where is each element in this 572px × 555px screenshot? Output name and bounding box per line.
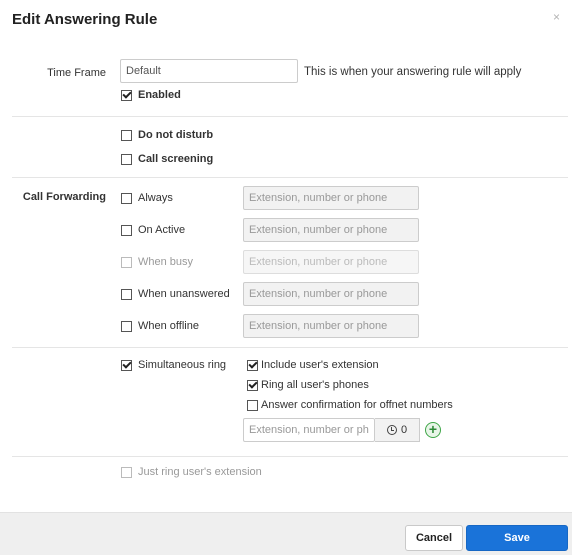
- time-frame-label: Time Frame: [47, 67, 106, 79]
- just-ring-checkbox: [121, 466, 132, 478]
- forward-when-busy-checkbox: [121, 256, 132, 268]
- dnd-label: Do not disturb: [138, 129, 214, 141]
- forward-when-unanswered-input[interactable]: [243, 282, 419, 306]
- dnd-checkbox-row[interactable]: Do not disturb: [121, 127, 213, 143]
- dialog-header: Edit Answering Rule ×: [0, 0, 572, 40]
- just-ring-row: Just ring user's extension: [121, 464, 262, 480]
- forward-when-offline-checkbox[interactable]: [121, 320, 132, 332]
- ring-timeout-value: 0: [400, 424, 408, 436]
- forward-on-active-input[interactable]: [243, 218, 419, 242]
- time-frame-hint: This is when your answering rule will ap…: [304, 66, 522, 78]
- dialog-footer: Cancel Save: [0, 512, 572, 555]
- forward-when-busy-input: [243, 250, 419, 274]
- screening-checkbox[interactable]: [121, 153, 132, 165]
- simultaneous-ring-checkbox[interactable]: [121, 359, 132, 371]
- enabled-label: Enabled: [138, 89, 181, 101]
- enabled-checkbox[interactable]: [121, 89, 132, 101]
- clock-icon: [386, 425, 397, 435]
- cancel-button[interactable]: Cancel: [405, 525, 463, 551]
- forward-when-unanswered-label: When unanswered: [138, 288, 230, 300]
- answer-confirmation-row[interactable]: Answer confirmation for offnet numbers: [247, 397, 453, 413]
- forward-always-checkbox[interactable]: [121, 192, 132, 204]
- forward-always-row[interactable]: Always: [121, 190, 173, 206]
- include-extension-label: Include user's extension: [261, 359, 379, 371]
- simultaneous-ring-row[interactable]: Simultaneous ring: [121, 357, 226, 373]
- call-forwarding-label: Call Forwarding: [22, 191, 106, 203]
- section-divider: [12, 177, 568, 178]
- add-number-icon[interactable]: +: [425, 422, 441, 438]
- include-extension-row[interactable]: Include user's extension: [247, 357, 379, 373]
- ring-all-phones-checkbox[interactable]: [247, 379, 258, 391]
- close-icon[interactable]: ×: [553, 10, 560, 24]
- ring-all-phones-label: Ring all user's phones: [261, 379, 369, 391]
- answer-confirmation-label: Answer confirmation for offnet numbers: [261, 399, 453, 411]
- forward-always-label: Always: [138, 192, 173, 204]
- time-frame-input[interactable]: [120, 59, 298, 83]
- dnd-checkbox[interactable]: [121, 129, 132, 141]
- forward-when-unanswered-checkbox[interactable]: [121, 288, 132, 300]
- ring-all-phones-row[interactable]: Ring all user's phones: [247, 377, 369, 393]
- dialog-title: Edit Answering Rule: [12, 11, 158, 28]
- enabled-checkbox-row[interactable]: Enabled: [121, 87, 181, 103]
- section-divider: [12, 116, 568, 117]
- section-divider: [12, 347, 568, 348]
- simultaneous-number-input[interactable]: [243, 418, 375, 442]
- forward-when-offline-row[interactable]: When offline: [121, 318, 199, 334]
- forward-when-offline-label: When offline: [138, 320, 199, 332]
- forward-always-input[interactable]: [243, 186, 419, 210]
- forward-when-busy-label: When busy: [138, 256, 194, 268]
- forward-when-unanswered-row[interactable]: When unanswered: [121, 286, 230, 302]
- forward-when-offline-input[interactable]: [243, 314, 419, 338]
- section-divider: [12, 456, 568, 457]
- include-extension-checkbox[interactable]: [247, 359, 258, 371]
- forward-on-active-checkbox[interactable]: [121, 224, 132, 236]
- screening-checkbox-row[interactable]: Call screening: [121, 151, 213, 167]
- just-ring-label: Just ring user's extension: [138, 466, 262, 478]
- edit-answering-rule-dialog: Edit Answering Rule × Time Frame This is…: [0, 0, 572, 555]
- forward-when-busy-row: When busy: [121, 254, 193, 270]
- save-button[interactable]: Save: [466, 525, 568, 551]
- forward-on-active-label: On Active: [138, 224, 186, 236]
- forward-on-active-row[interactable]: On Active: [121, 222, 185, 238]
- ring-timeout-button[interactable]: 0: [375, 418, 420, 442]
- answer-confirmation-checkbox[interactable]: [247, 399, 258, 411]
- screening-label: Call screening: [138, 153, 214, 165]
- simultaneous-ring-label: Simultaneous ring: [138, 359, 227, 371]
